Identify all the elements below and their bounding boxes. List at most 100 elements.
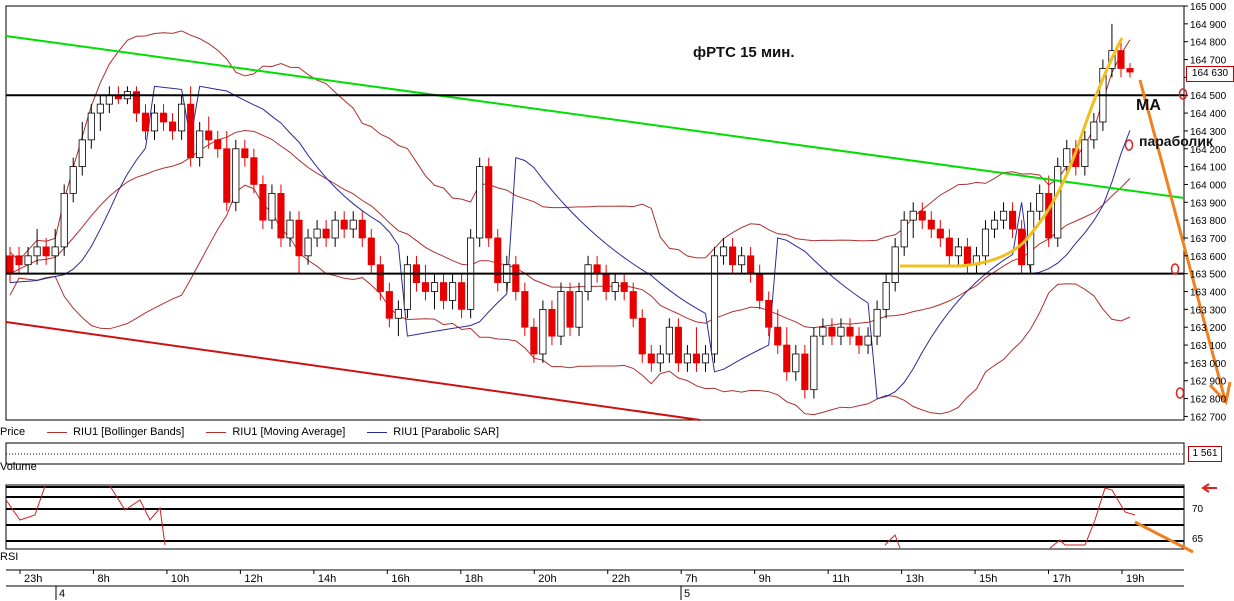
candle-body <box>322 228 330 239</box>
candle-body <box>729 246 737 266</box>
candle-body <box>403 264 411 310</box>
candle-body <box>738 255 746 266</box>
candle-body <box>358 219 366 239</box>
time-tick-label: 17h <box>1053 573 1071 585</box>
time-tick-label: 10h <box>171 573 189 585</box>
price-chart[interactable]: 162 700 162 800 162 900 163 000 163 100 163 2… <box>0 0 1234 601</box>
candle-body <box>701 353 710 364</box>
volume-value-badge: 1 561 <box>1188 446 1222 462</box>
candle-body <box>566 291 574 328</box>
time-tick-label: 20h <box>538 573 556 585</box>
price-tick-label: 164 900 <box>1190 20 1227 31</box>
time-tick-label: 14h <box>318 573 336 585</box>
candle <box>710 246 719 363</box>
candle-body <box>286 219 294 239</box>
candle <box>485 157 493 247</box>
candle <box>539 300 547 363</box>
candle-body <box>647 353 655 364</box>
candle-body <box>277 192 285 239</box>
candle-body <box>1063 148 1071 168</box>
price-tick-label: 164 100 <box>1190 163 1227 174</box>
candle-body <box>873 308 881 337</box>
candle-body <box>683 353 691 364</box>
candle-body <box>864 335 872 346</box>
candle-body <box>331 219 339 239</box>
candle-body <box>837 326 845 337</box>
legend-price-label: Price <box>0 426 26 438</box>
candle-body <box>765 300 773 328</box>
price-tick-label: 162 800 <box>1190 395 1227 406</box>
candle-body <box>96 103 104 114</box>
candle-body <box>909 210 917 221</box>
price-tick-label: 163 000 <box>1190 359 1227 370</box>
candle-body <box>665 326 673 355</box>
price-tick-label: 163 900 <box>1190 198 1227 209</box>
candle-body <box>485 166 493 239</box>
price-tick-label: 163 200 <box>1190 323 1227 334</box>
time-tick-label: 9h <box>759 573 771 585</box>
candle-body <box>376 264 384 292</box>
price-tick-label: 164 400 <box>1190 109 1227 120</box>
candle-body <box>810 335 818 391</box>
candle-body <box>692 353 701 364</box>
candle-body <box>385 291 393 319</box>
day-tick-label: 5 <box>684 588 690 600</box>
candle-body <box>87 112 95 141</box>
candle-body <box>846 326 854 337</box>
candle-body <box>719 246 728 257</box>
candle-body <box>918 210 926 221</box>
candle-body <box>6 255 14 275</box>
candle-body <box>205 130 213 141</box>
annotation-ma: МА <box>1136 97 1161 114</box>
candle-body <box>430 282 439 292</box>
candle-body <box>150 112 159 132</box>
candle-body <box>783 344 791 373</box>
candle <box>494 229 502 292</box>
price-tick-label: 162 900 <box>1190 377 1227 388</box>
sar-swatch <box>367 431 388 433</box>
candle-body <box>105 94 113 105</box>
candle-body <box>792 353 800 373</box>
candle-body <box>584 264 592 292</box>
price-tick-label: 163 500 <box>1190 270 1227 281</box>
price-tick-label: 164 000 <box>1190 180 1227 191</box>
candle-body <box>1036 192 1044 212</box>
candle-body <box>250 157 258 185</box>
candle-body <box>990 219 999 230</box>
candle-body <box>557 291 565 337</box>
rsi-panel <box>5 484 1185 550</box>
price-tick-label: 163 600 <box>1190 252 1227 263</box>
candle-body <box>963 246 971 266</box>
candle-body <box>449 282 457 301</box>
candle <box>403 255 411 319</box>
candle-body <box>801 353 809 391</box>
candle-body <box>313 228 321 239</box>
legend-price: Price <box>0 426 25 438</box>
bollinger-swatch <box>47 431 68 433</box>
candle-body <box>15 255 23 266</box>
candle-body <box>602 273 610 292</box>
candle-body <box>539 308 547 355</box>
candle-body <box>882 282 890 310</box>
candle-body <box>232 148 240 203</box>
candle-body <box>936 228 944 239</box>
candle-body <box>611 282 619 292</box>
time-tick-label: 16h <box>391 573 409 585</box>
rsi-arrow <box>1201 483 1217 493</box>
last-price-badge: 164 630 <box>1186 66 1234 82</box>
candle-body <box>855 335 863 346</box>
candle-body <box>945 237 953 257</box>
candle <box>232 139 240 212</box>
price-tick-label: 163 100 <box>1190 341 1227 352</box>
price-tick-label: 163 400 <box>1190 288 1227 299</box>
candle-body <box>304 237 312 257</box>
candle-body <box>268 192 276 221</box>
candle-body <box>620 282 628 292</box>
time-tick-label: 12h <box>244 573 262 585</box>
candle-body <box>33 246 41 257</box>
legend-sar-label: RIU1 [Parabolic SAR] <box>393 426 500 438</box>
candle-body <box>900 219 908 248</box>
time-tick-label: 7h <box>685 573 697 585</box>
candle-body <box>421 282 430 292</box>
legend-ma: RIU1 [Moving Average] <box>206 426 345 438</box>
